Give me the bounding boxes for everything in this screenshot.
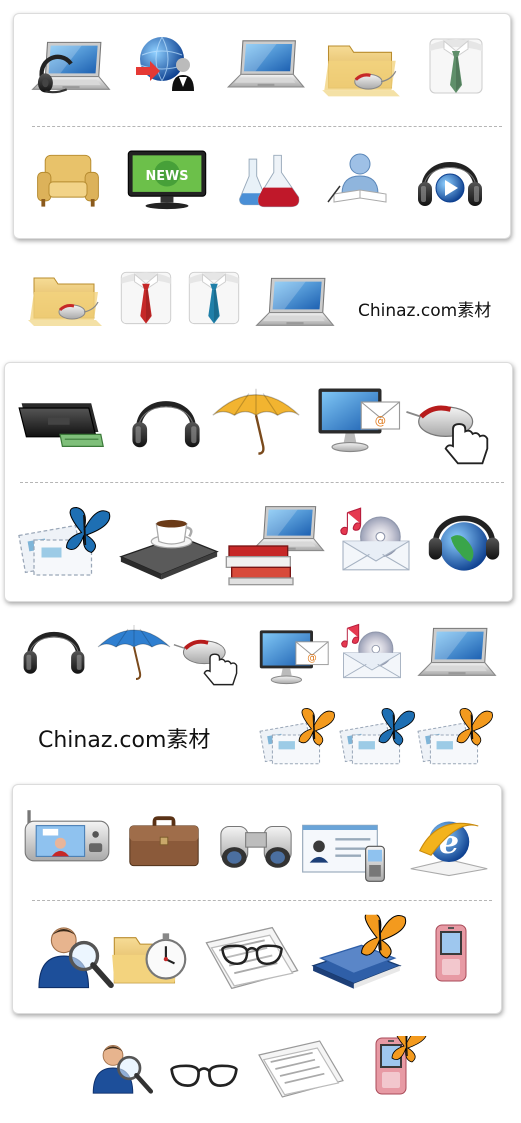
watermark-text: Chinaz.com素材 xyxy=(358,301,492,321)
globe-user-icon xyxy=(128,26,208,100)
monitor-mail-icon xyxy=(256,624,332,690)
mail-butterfly-icon xyxy=(336,704,418,766)
umbrella-blue-icon xyxy=(94,616,174,686)
news-tv-icon xyxy=(124,144,210,214)
mouse-hand-icon xyxy=(172,626,248,690)
user-reading-icon xyxy=(320,144,400,216)
cd-mail-music-icon xyxy=(332,498,420,580)
folder-mouse-icon xyxy=(24,264,104,332)
shirt-blue-tie-icon xyxy=(176,260,252,334)
lab-flasks-icon xyxy=(232,142,308,218)
books-butterfly-icon xyxy=(308,912,410,994)
umbrella-yellow-icon xyxy=(208,378,304,462)
headphones-play-icon xyxy=(410,144,490,216)
headphones-icon xyxy=(124,380,208,460)
newspaper-glasses-icon xyxy=(200,920,304,996)
newspaper-icon xyxy=(250,1034,352,1104)
laptop-icon xyxy=(224,34,308,98)
folder-mouse-icon xyxy=(318,34,402,100)
panel-2-divider xyxy=(20,482,504,483)
internet-explorer-icon xyxy=(404,808,494,880)
panel-3-divider xyxy=(32,900,492,901)
books-laptop-icon xyxy=(222,506,332,586)
laptop-icon xyxy=(414,622,500,686)
globe-headphones-icon xyxy=(420,502,508,582)
coffee-laptop-icon xyxy=(118,506,220,582)
armchair-icon xyxy=(30,144,106,216)
wallet-icon xyxy=(12,384,108,456)
business-card-phone-icon xyxy=(300,816,394,886)
user-search-icon xyxy=(30,912,120,1000)
laptop-icon xyxy=(252,272,338,336)
laptop-headset-icon xyxy=(28,36,114,100)
cd-mail-music-icon xyxy=(334,616,410,686)
binoculars-icon xyxy=(214,812,298,874)
monitor-mail-icon xyxy=(314,380,404,460)
briefcase-icon xyxy=(126,808,202,874)
flip-phone-icon xyxy=(412,912,492,994)
mail-butterfly-icon xyxy=(14,500,114,580)
flip-phone-butterfly-icon xyxy=(352,1024,432,1108)
shirt-green-tie-icon xyxy=(416,26,496,104)
mail-butterfly-icon xyxy=(414,704,496,766)
folder-stopwatch-icon xyxy=(110,914,196,1000)
headphones-icon xyxy=(16,614,92,684)
panel-1-divider xyxy=(32,126,502,127)
video-phone-icon xyxy=(22,808,112,874)
shirt-red-tie-icon xyxy=(108,260,184,334)
mouse-hand-icon xyxy=(404,392,502,466)
watermark-text: Chinaz.com素材 xyxy=(38,728,211,753)
user-search-icon xyxy=(86,1032,158,1104)
mail-butterfly-icon xyxy=(256,704,338,766)
glasses-icon xyxy=(162,1046,246,1100)
